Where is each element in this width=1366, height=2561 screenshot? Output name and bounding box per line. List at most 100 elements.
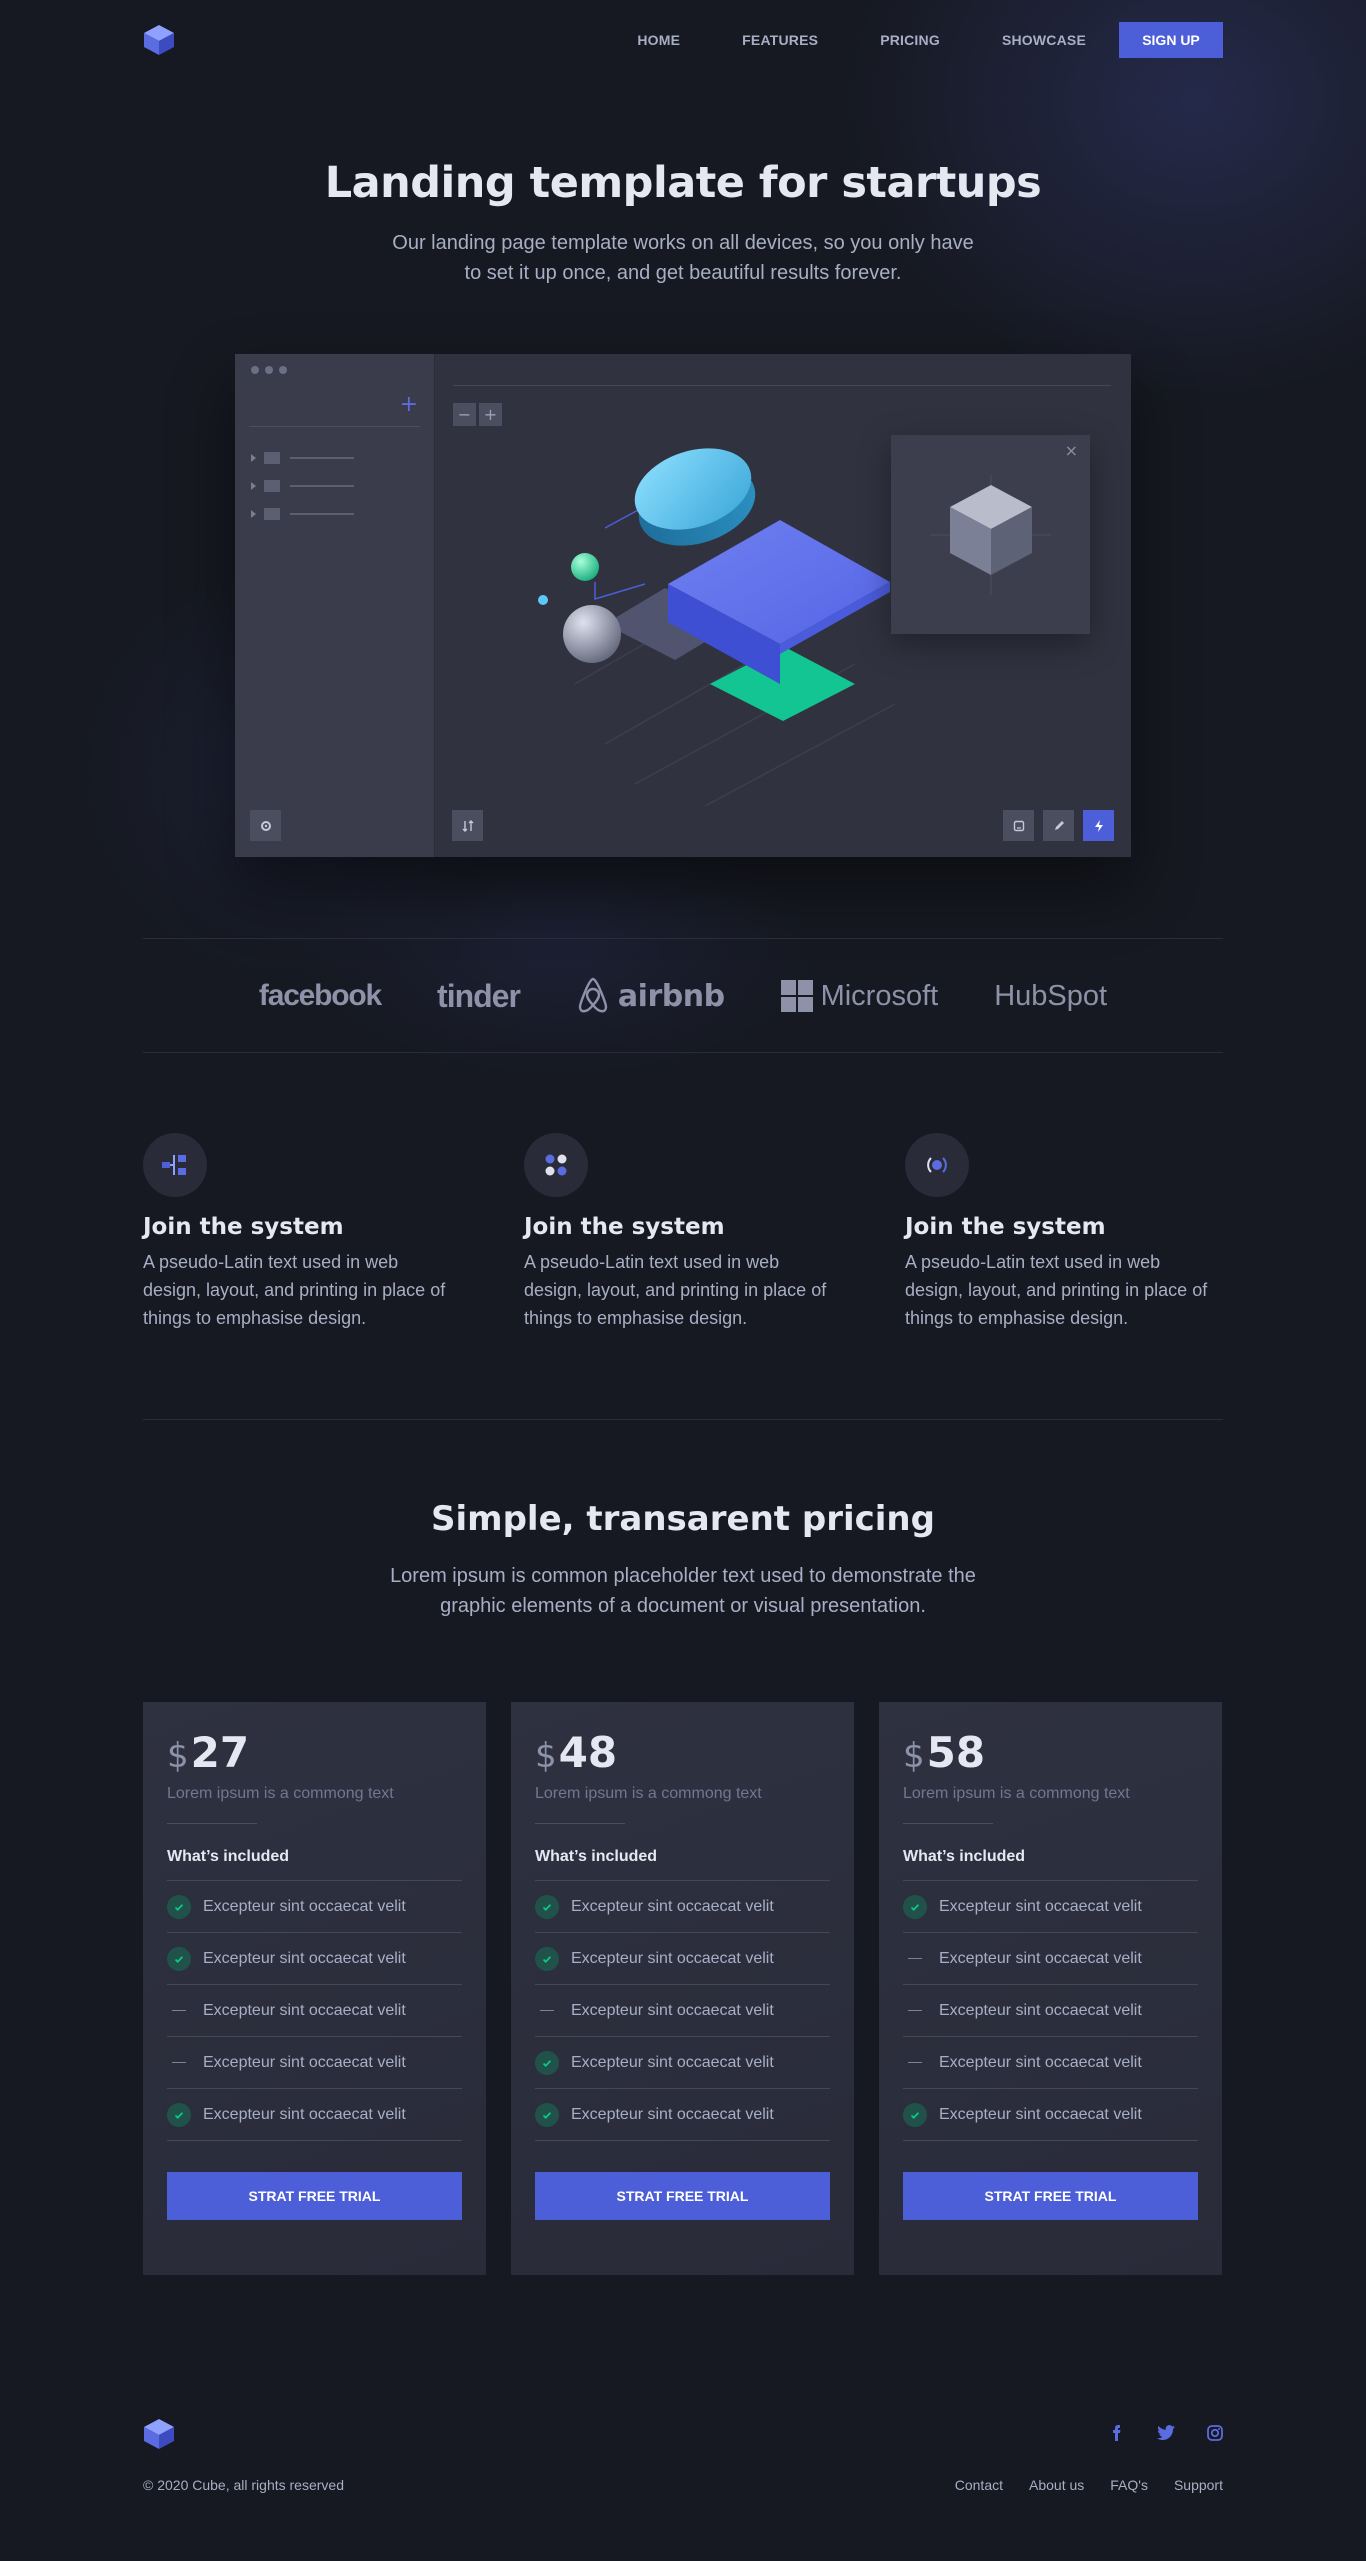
check-icon [535,1894,559,1919]
feature-item: Join the system A pseudo-Latin text used… [143,1133,453,1332]
microsoft-wordmark: Microsoft [820,979,939,1012]
plan-description: Lorem ipsum is a commong text [167,1785,394,1802]
list-item: Excepteur sint occaecat velit [903,2037,1198,2089]
divider [535,1823,625,1824]
site-header: HOME FEATURES PRICING SHOWCASE SIGN UP [143,22,1223,58]
list-item: Excepteur sint occaecat velit [903,1881,1198,1933]
nav-pricing[interactable]: PRICING [880,32,940,48]
start-trial-button[interactable]: STRAT FREE TRIAL [903,2172,1198,2220]
dash-icon [535,1999,559,2023]
airbnb-icon [578,977,608,1013]
gear-icon[interactable] [250,810,281,841]
list-item: Excepteur sint occaecat velit [167,2037,462,2089]
main-nav: HOME FEATURES PRICING SHOWCASE SIGN UP [637,22,1223,58]
feature-list: Excepteur sint occaecat velit Excepteur s… [903,1880,1198,2141]
folder-icon [264,508,280,520]
window-dots [251,366,287,374]
dash-icon [167,2051,191,2075]
preview-panel: × [891,435,1090,634]
divider [143,938,1223,939]
cube-logo-icon[interactable] [143,2418,175,2450]
footer-link-about[interactable]: About us [1029,2477,1084,2493]
pencil-icon[interactable] [1043,810,1074,841]
nav-features[interactable]: FEATURES [742,32,818,48]
feature-item: Join the system A pseudo-Latin text used… [905,1133,1215,1332]
zoom-in-button[interactable]: + [479,403,502,426]
list-item-label: Excepteur sint occaecat velit [203,2105,406,2123]
footer-links: Contact About us FAQ's Support [955,2477,1223,2493]
caret-right-icon [251,454,256,462]
tablet-icon[interactable] [1003,810,1034,841]
pricing-card: $58 Lorem ipsum is a commong text What’s i… [879,1702,1222,2275]
hubspot-logo: HubSpot [994,979,1108,1012]
target-icon [905,1133,969,1197]
check-icon [903,1894,927,1919]
footer-link-support[interactable]: Support [1174,2477,1223,2493]
price: $58 [903,1728,1198,1777]
list-item-label: Excepteur sint occaecat velit [939,1897,1142,1915]
folder-item[interactable] [251,480,354,492]
list-item: Excepteur sint occaecat velit [535,2037,830,2089]
bolt-icon[interactable] [1083,810,1114,841]
price-amount: 27 [190,1728,250,1777]
plus-icon[interactable]: + [400,392,418,417]
copyright: © 2020 Cube, all rights reserved [143,2477,344,2493]
airbnb-logo: airbnb [576,976,725,1016]
check-icon [535,2102,559,2127]
list-item: Excepteur sint occaecat velit [167,1881,462,1933]
divider [143,1052,1223,1053]
nav-home[interactable]: HOME [637,32,680,48]
currency-symbol: $ [903,1736,925,1776]
microsoft-icon [780,980,813,1012]
zoom-out-button[interactable]: − [453,403,476,426]
list-item-label: Excepteur sint occaecat velit [939,2105,1142,2123]
feature-text: A pseudo-Latin text used in web design, … [905,1252,1208,1328]
instagram-icon[interactable] [1207,2425,1223,2441]
brand-logos: facebook tinder airbnb Microsoft HubSpot [0,966,1366,1026]
list-item: Excepteur sint occaecat velit [167,1933,462,1985]
list-item: Excepteur sint occaecat velit [535,1933,830,1985]
cube-logo-icon[interactable] [143,24,175,56]
airbnb-wordmark: airbnb [617,978,725,1014]
facebook-logo: facebook [258,979,382,1012]
included-heading: What’s included [903,1848,1026,1865]
folder-icon [264,452,280,464]
list-item-label: Excepteur sint occaecat velit [203,1949,406,1967]
list-item: Excepteur sint occaecat velit [535,2089,830,2141]
check-icon [167,1946,191,1971]
signup-button[interactable]: SIGN UP [1119,22,1223,58]
folder-item[interactable] [251,452,354,464]
tinder-logo: tinder [437,977,521,1014]
footer-link-contact[interactable]: Contact [955,2477,1003,2493]
start-trial-button[interactable]: STRAT FREE TRIAL [167,2172,462,2220]
list-item: Excepteur sint occaecat velit [535,1985,830,2037]
list-item-label: Excepteur sint occaecat velit [939,2001,1142,2019]
feature-title: Join the system [905,1214,1106,1240]
close-icon[interactable]: × [1065,441,1078,460]
hero-subtitle: Our landing page template works on all d… [392,232,974,284]
currency-symbol: $ [535,1736,557,1776]
caret-right-icon [251,482,256,490]
mockup-sidebar: + [235,354,435,857]
pricing-card: $27 Lorem ipsum is a commong text What’s i… [143,1702,486,2275]
sort-icon[interactable] [452,810,483,841]
start-trial-button[interactable]: STRAT FREE TRIAL [535,2172,830,2220]
list-item-label: Excepteur sint occaecat velit [939,1949,1142,1967]
facebook-icon[interactable] [1109,2425,1125,2441]
included-heading: What’s included [167,1848,290,1865]
twitter-icon[interactable] [1157,2425,1175,2441]
feature-text: A pseudo-Latin text used in web design, … [524,1252,827,1328]
caret-right-icon [251,510,256,518]
mockup-toolbar-line [453,385,1111,386]
folder-item[interactable] [251,508,354,520]
feature-title: Join the system [524,1214,725,1240]
hero-title: Landing template for startups [324,158,1042,208]
price: $48 [535,1728,830,1777]
dash-icon [167,1999,191,2023]
price-amount: 48 [558,1728,618,1777]
list-item-label: Excepteur sint occaecat velit [203,1897,406,1915]
footer-link-faq[interactable]: FAQ's [1110,2477,1148,2493]
nav-showcase[interactable]: SHOWCASE [1002,32,1086,48]
list-item-label: Excepteur sint occaecat velit [571,2001,774,2019]
dash-icon [903,1947,927,1971]
